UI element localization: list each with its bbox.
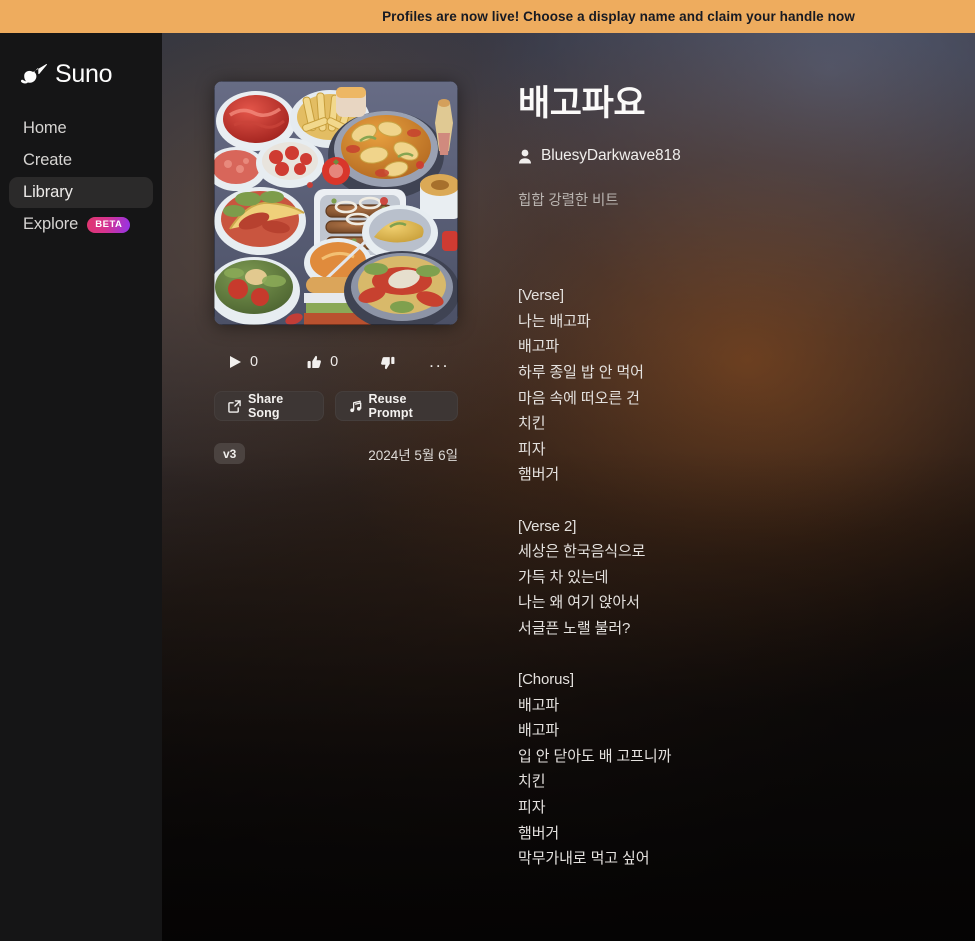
play-count-value: 0 [250, 354, 259, 370]
music-note-icon [349, 400, 362, 413]
sidebar: Suno Home Create Library Explore BETA [0, 33, 162, 941]
reuse-prompt-button[interactable]: Reuse Prompt [334, 391, 458, 421]
song-action-buttons: Share Song Reuse Prompt [214, 391, 458, 421]
song-detail-content: 0 0 ... Share Song Reuse Prompt v3 2024년… [162, 33, 975, 872]
song-created-date: 2024년 5월 6일 [368, 447, 458, 463]
share-song-button[interactable]: Share Song [214, 391, 324, 421]
thumbs-up-icon [307, 355, 322, 370]
share-icon [228, 399, 241, 413]
song-author-name: BluesyDarkwave818 [541, 147, 681, 165]
sidebar-item-explore[interactable]: Explore BETA [9, 209, 153, 240]
sidebar-nav: Home Create Library Explore BETA [0, 113, 162, 240]
reuse-prompt-label: Reuse Prompt [368, 392, 413, 420]
brand-name: Suno [55, 60, 113, 88]
sidebar-item-label: Explore [23, 215, 79, 233]
song-style-tags: 힙합 강렬한 비트 [518, 193, 619, 210]
song-detail-main: 0 0 ... Share Song Reuse Prompt v3 2024년… [162, 33, 975, 941]
sidebar-item-label: Create [23, 151, 72, 169]
beta-badge: BETA [87, 216, 131, 233]
play-icon [229, 355, 242, 369]
share-song-label: Share Song [248, 392, 284, 420]
like-count-value: 0 [330, 354, 339, 370]
sidebar-item-label: Home [23, 119, 67, 137]
thumbs-down-icon [380, 355, 395, 370]
model-version-badge: v3 [214, 443, 246, 464]
sidebar-item-label: Library [23, 183, 73, 201]
announcement-banner-text: Profiles are now live! Choose a display … [382, 9, 855, 24]
dislike-button[interactable] [380, 355, 395, 370]
song-info-column: 배고파요 BluesyDarkwave818 힙합 강렬한 비트 [Verse]… [518, 81, 681, 872]
person-icon [518, 149, 532, 164]
page-title: 배고파요 [518, 84, 646, 123]
like-count[interactable]: 0 [307, 354, 338, 370]
sidebar-item-home[interactable]: Home [9, 113, 153, 144]
song-meta-row: v3 2024년 5월 6일 [214, 443, 458, 464]
more-options-button[interactable]: ... [429, 353, 449, 370]
song-artwork[interactable] [214, 81, 458, 325]
suno-note-logo-icon [21, 64, 47, 84]
artwork-column: 0 0 ... Share Song Reuse Prompt v3 2024년… [214, 81, 458, 464]
song-lyrics: [Verse] 나는 배고파 배고파 하루 종일 밥 안 먹어 마음 속에 떠오… [518, 287, 672, 868]
sidebar-item-library[interactable]: Library [9, 177, 153, 208]
app-shell: Suno Home Create Library Explore BETA 0 … [0, 33, 975, 941]
song-author[interactable]: BluesyDarkwave818 [518, 147, 681, 165]
song-stats-row: 0 0 ... [214, 353, 458, 370]
play-count[interactable]: 0 [229, 354, 258, 370]
sidebar-item-create[interactable]: Create [9, 145, 153, 176]
brand-logo[interactable]: Suno [0, 33, 162, 87]
announcement-banner[interactable]: Profiles are now live! Choose a display … [0, 0, 975, 33]
